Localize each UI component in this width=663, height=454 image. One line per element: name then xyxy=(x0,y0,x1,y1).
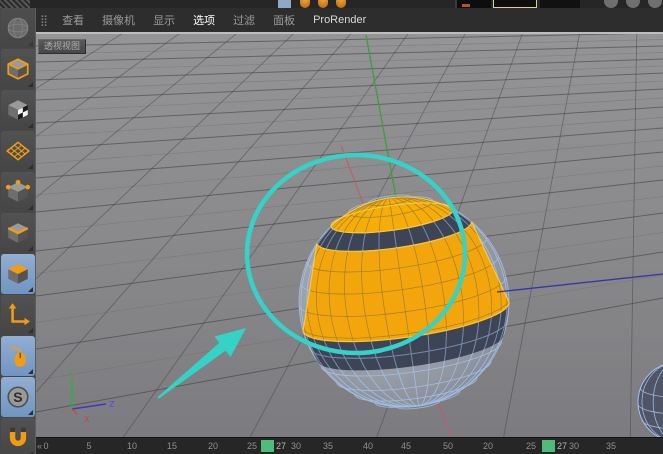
svg-text:S: S xyxy=(13,389,22,405)
editable-cube-icon xyxy=(5,56,31,82)
timeline-tick-8: 40 xyxy=(363,441,373,451)
menu-item-1[interactable]: 摄像机 xyxy=(93,11,144,29)
gizmo-z-label: Z xyxy=(109,400,115,409)
cutoff-slot-active-icon xyxy=(493,0,537,8)
timeline-tick-12: 25 xyxy=(526,441,536,451)
cutoff-mark-icon xyxy=(462,4,470,7)
timeline-tick-3: 15 xyxy=(167,441,177,451)
menu-item-3[interactable]: 选项 xyxy=(184,11,224,29)
polygons-cube-icon xyxy=(5,261,31,287)
timeline-tick-2: 10 xyxy=(127,441,137,451)
toolbar-workplane-mode[interactable] xyxy=(1,131,35,171)
cutoff-slot-icon xyxy=(455,0,491,8)
toolbar-model-mode[interactable] xyxy=(1,8,35,48)
toolbar-texture-mode[interactable] xyxy=(1,90,35,130)
axis-arrows-icon xyxy=(5,302,31,328)
arrow-annotation xyxy=(157,328,246,399)
toolbar-snap-settings[interactable]: S xyxy=(1,377,35,417)
menubar-grip-icon[interactable]: ⣿ xyxy=(36,14,53,27)
timeline-ruler[interactable]: «0 5 10 15 20 25 30 35 40 45 50 20 25 30 35 27 27 xyxy=(36,437,663,454)
menu-item-2[interactable]: 显示 xyxy=(144,11,184,29)
menu-item-6[interactable]: ProRender xyxy=(304,13,375,27)
timeline-tick-4: 20 xyxy=(208,441,218,451)
current-frame-label-0: 27 xyxy=(276,441,286,451)
timeline-tick-6: 30 xyxy=(291,441,301,451)
menu-item-4[interactable]: 过滤 xyxy=(224,11,264,29)
edges-cube-icon xyxy=(5,220,31,246)
cutoff-button-icon xyxy=(648,0,662,8)
partial-sphere-object[interactable] xyxy=(638,362,663,437)
viewport-canvas[interactable]: Y Z X xyxy=(36,34,663,437)
toolbar-points-mode[interactable] xyxy=(1,172,35,212)
viewport-label[interactable]: 透视视图 xyxy=(38,39,86,54)
toolbar-viewport-solo[interactable] xyxy=(1,336,35,376)
toolbar-edges-mode[interactable] xyxy=(1,213,35,253)
toolbar-magnet-tool[interactable] xyxy=(1,418,35,454)
world-y-axis xyxy=(366,35,399,214)
sphere-object[interactable] xyxy=(285,181,523,422)
viewport-menubar: ⣿查看摄像机显示选项过滤面板ProRender xyxy=(36,8,663,32)
cutoff-icon xyxy=(278,0,291,8)
cutoff-sphere-icon xyxy=(300,0,310,8)
workplane-grid-icon xyxy=(5,138,31,164)
timeline-tick-13: 30 xyxy=(569,441,579,451)
timeline-tick-10: 50 xyxy=(443,441,453,451)
model-sphere-icon xyxy=(5,15,31,41)
toolbar-polygons-mode[interactable] xyxy=(1,254,35,294)
cutoff-button-icon xyxy=(626,0,640,8)
cinema4d-viewport-window: S ⣿查看摄像机显示选项过滤面板ProRender Y Z X 透视视图 «0 5 10… xyxy=(0,0,663,454)
current-frame-marker-0[interactable] xyxy=(261,440,274,452)
current-frame-label-1: 27 xyxy=(557,441,567,451)
texture-cube-icon xyxy=(5,97,31,123)
timeline-tick-11: 20 xyxy=(483,441,493,451)
magnet-icon xyxy=(5,425,31,451)
gizmo-x-label: X xyxy=(84,415,90,424)
snap-s-icon: S xyxy=(5,384,31,410)
timeline-tick-1: 5 xyxy=(86,441,91,451)
perspective-viewport[interactable]: Y Z X 透视视图 xyxy=(36,32,663,437)
current-frame-marker-1[interactable] xyxy=(542,440,555,452)
cutoff-main-toolbar xyxy=(0,0,663,8)
cutoff-sphere-icon xyxy=(318,0,328,8)
points-cube-icon xyxy=(5,179,31,205)
menu-item-0[interactable]: 查看 xyxy=(53,11,93,29)
timeline-tick-14: 35 xyxy=(606,441,616,451)
toolbar-make-editable[interactable] xyxy=(1,49,35,89)
timeline-tick-9: 45 xyxy=(401,441,411,451)
timeline-tick-0: 0 xyxy=(43,441,48,451)
axis-gizmo: Y Z X xyxy=(67,369,115,424)
toolbar-enable-axis[interactable] xyxy=(1,295,35,335)
timeline-prev-icon[interactable]: « xyxy=(37,441,42,451)
grip-hatch-icon xyxy=(0,0,30,8)
menu-item-5[interactable]: 面板 xyxy=(264,11,304,29)
mouse-icon xyxy=(5,343,31,369)
timeline-tick-7: 35 xyxy=(323,441,333,451)
mode-toolbar: S xyxy=(0,8,36,454)
timeline-tick-5: 25 xyxy=(247,441,257,451)
gizmo-y-label: Y xyxy=(67,369,73,378)
cutoff-slot-icon xyxy=(540,0,580,8)
cutoff-sphere-icon xyxy=(336,0,346,8)
cutoff-button-icon xyxy=(604,0,618,8)
